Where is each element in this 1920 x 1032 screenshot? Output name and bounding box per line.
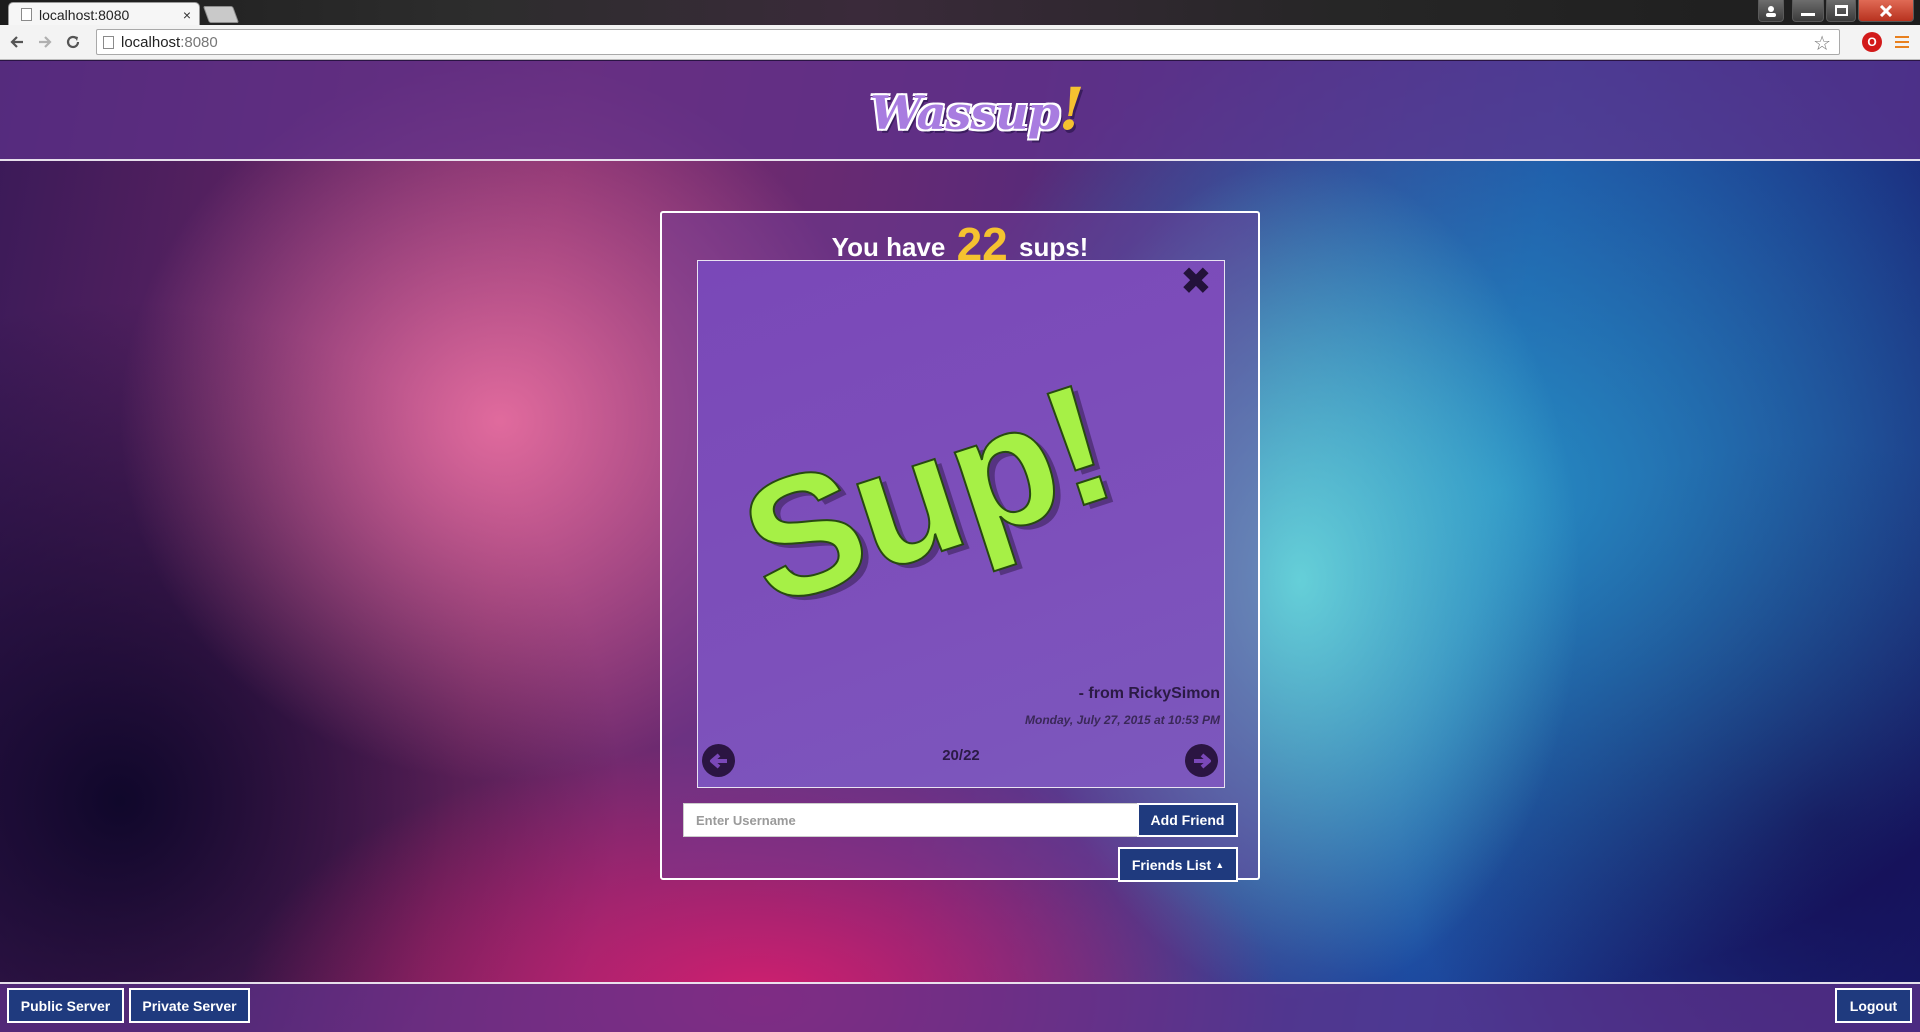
app-header: Wassup! — [0, 61, 1920, 161]
friends-list-label: Friends List — [1131, 856, 1212, 873]
app-logo[interactable]: Wassup! — [870, 75, 1084, 143]
url-port: :8080 — [180, 33, 218, 51]
reload-icon[interactable] — [59, 28, 87, 56]
opera-extension-icon[interactable]: O — [1862, 32, 1882, 52]
back-arrow-icon[interactable] — [3, 28, 31, 56]
menu-icon[interactable] — [1892, 32, 1912, 52]
next-arrow-icon[interactable] — [1185, 744, 1218, 777]
sup-sender: - from RickySimon — [1078, 685, 1220, 702]
friends-list-button[interactable]: Friends List ▲ — [1118, 847, 1238, 882]
page-background: Wassup! You have 22 sups! ✖ Sup! - from … — [0, 61, 1920, 1032]
tab-title: localhost:8080 — [39, 6, 130, 23]
heading-prefix: You have — [831, 232, 946, 262]
page-icon — [21, 8, 32, 21]
url-text: localhost:8080 — [121, 34, 218, 51]
app-footer — [0, 982, 1920, 1032]
logo-bang: ! — [1058, 75, 1084, 143]
sups-card: You have 22 sups! ✖ Sup! - from RickySim… — [660, 211, 1260, 882]
username-input[interactable] — [683, 803, 1138, 837]
page-icon — [103, 35, 114, 49]
browser-titlebar: localhost:8080 × — [0, 0, 1920, 26]
browser-toolbar: localhost:8080 ☆ O — [0, 25, 1920, 60]
add-friend-button[interactable]: Add Friend — [1137, 803, 1238, 837]
window-controls — [1758, 0, 1914, 22]
logo-text: Wassup — [870, 86, 1060, 140]
close-icon[interactable]: ✖ — [1180, 263, 1212, 301]
new-tab-button[interactable] — [202, 6, 240, 23]
logout-button[interactable]: Logout — [1835, 988, 1912, 1023]
url-host: localhost — [121, 33, 181, 51]
private-server-button[interactable]: Private Server — [129, 988, 250, 1023]
sup-position: 20/22 — [942, 747, 980, 764]
sup-viewer: ✖ Sup! - from RickySimon Monday, July 27… — [697, 260, 1225, 788]
profile-icon[interactable] — [1758, 0, 1784, 22]
browser-tab[interactable]: localhost:8080 × — [8, 2, 200, 26]
public-server-button[interactable]: Public Server — [7, 988, 124, 1023]
heading-suffix: sups! — [1018, 232, 1089, 262]
address-bar[interactable]: localhost:8080 ☆ — [96, 29, 1840, 55]
prev-arrow-icon[interactable] — [702, 744, 735, 777]
sup-message: Sup! — [721, 347, 1133, 644]
sup-timestamp: Monday, July 27, 2015 at 10:53 PM — [1025, 713, 1220, 727]
star-icon[interactable]: ☆ — [1813, 31, 1831, 56]
window-close-button[interactable] — [1858, 0, 1914, 22]
forward-arrow-icon[interactable] — [31, 28, 59, 56]
minimize-button[interactable] — [1792, 0, 1824, 22]
tab-close-icon[interactable]: × — [183, 7, 191, 23]
caret-up-icon: ▲ — [1215, 859, 1225, 870]
maximize-button[interactable] — [1826, 0, 1856, 22]
